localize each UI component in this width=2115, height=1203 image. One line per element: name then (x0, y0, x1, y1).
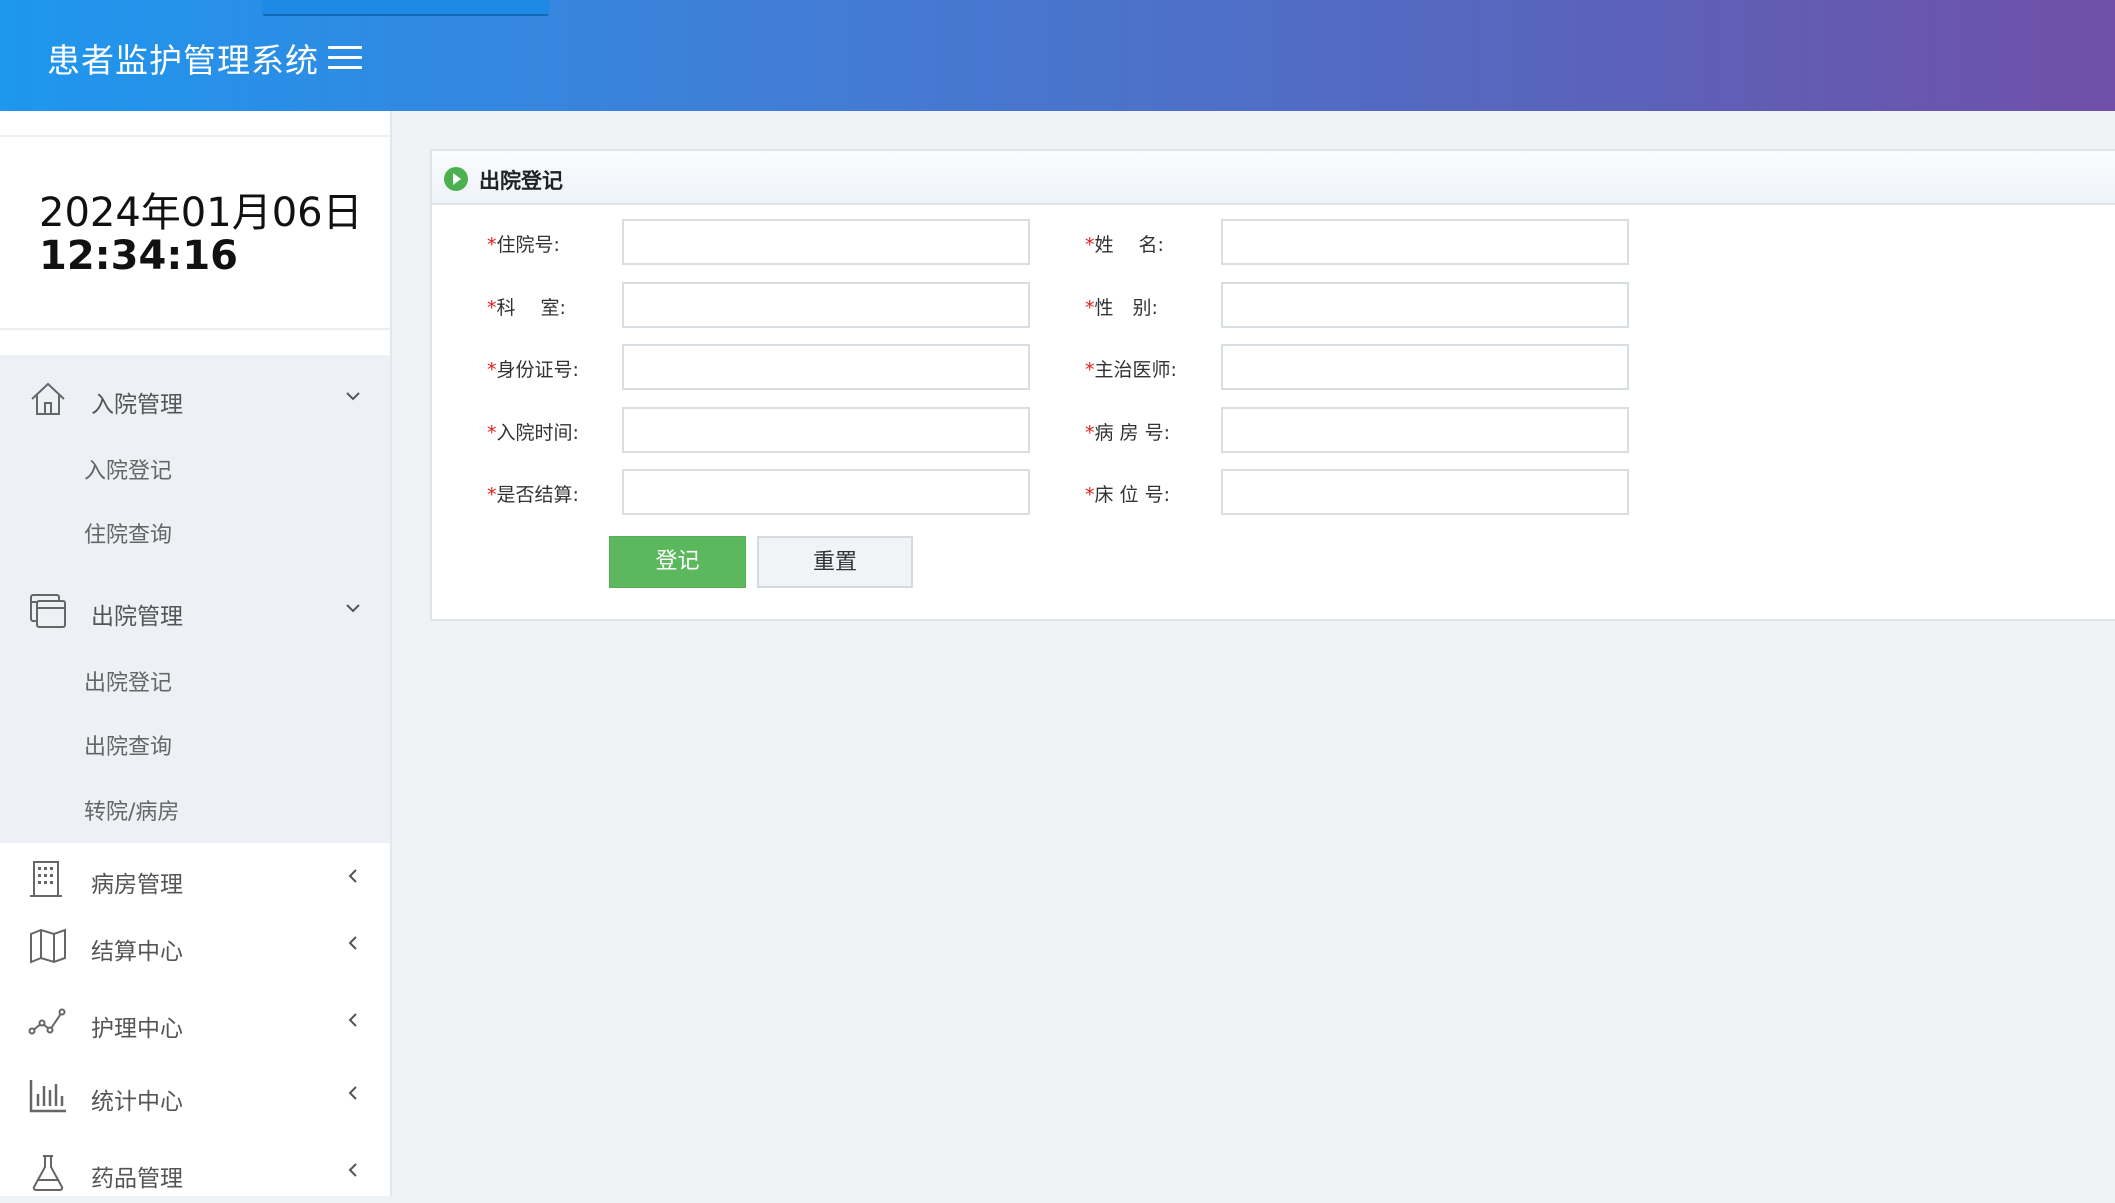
sidebar-item-label: 药品管理 (91, 1166, 183, 1192)
sidebar-item-label: 结算中心 (91, 939, 183, 965)
sidebar-item-nursing-center[interactable]: 护理中心 (0, 993, 390, 1053)
app-title: 患者监护管理系统 (47, 41, 319, 80)
map-icon (28, 926, 68, 966)
sidebar-item-label: 护理中心 (91, 1016, 183, 1042)
clock-date: 2024年01月06日 (39, 190, 363, 236)
chevron-left-icon (342, 865, 364, 887)
bed-no-input[interactable] (1221, 469, 1629, 515)
chevron-down-icon (342, 597, 364, 619)
sidebar-divider (0, 135, 390, 137)
sidebar-divider (0, 328, 390, 330)
home-icon (28, 379, 68, 419)
sidebar-item-label: 出院管理 (91, 604, 183, 630)
room-no-label: *病 房 号: (1085, 422, 1170, 444)
department-label: *科 室: (487, 297, 566, 319)
panel-header: 出院登记 (432, 151, 2115, 205)
reset-button[interactable]: 重置 (757, 536, 913, 588)
id-card-input[interactable] (622, 344, 1030, 390)
top-header: 患者监护管理系统 (0, 0, 2115, 111)
id-card-label: *身份证号: (487, 359, 579, 381)
chevron-down-icon (342, 385, 364, 407)
line-chart-icon (28, 1003, 68, 1043)
sidebar-item-discharge-management[interactable]: 出院管理 (0, 581, 390, 641)
discharge-form-panel: 出院登记 *住院号: *姓 名: *科 室: *性 别: *身份证号: *主治医… (430, 149, 2115, 621)
play-circle-icon (443, 166, 469, 192)
gender-label: *性 别: (1085, 297, 1158, 319)
bar-chart-icon (28, 1076, 68, 1116)
page-title: 出院登记 (479, 169, 563, 193)
chevron-left-icon (342, 1009, 364, 1031)
admission-no-input[interactable] (622, 219, 1030, 265)
building-icon (28, 859, 68, 899)
sidebar-item-drug-management[interactable]: 药品管理 (0, 1143, 390, 1203)
sidebar-subitem-transfer-ward[interactable]: 转院/病房 (84, 794, 179, 826)
doctor-input[interactable] (1221, 344, 1629, 390)
gender-input[interactable] (1221, 282, 1629, 328)
clock-time: 12:34:16 (39, 233, 238, 279)
submit-button[interactable]: 登记 (609, 536, 746, 588)
sidebar-item-admission-management[interactable]: 入院管理 (0, 369, 390, 429)
room-no-input[interactable] (1221, 407, 1629, 453)
header-accent-bar (262, 0, 549, 16)
doctor-label: *主治医师: (1085, 359, 1177, 381)
window-stack-icon (28, 591, 68, 631)
sidebar-subitem-admission-register[interactable]: 入院登记 (84, 453, 172, 485)
admission-no-label: *住院号: (487, 234, 560, 256)
settled-input[interactable] (622, 469, 1030, 515)
chevron-left-icon (342, 932, 364, 954)
hamburger-icon[interactable] (328, 46, 362, 72)
sidebar-item-statistics-center[interactable]: 统计中心 (0, 1066, 390, 1126)
admission-time-input[interactable] (622, 407, 1030, 453)
bed-no-label: *床 位 号: (1085, 484, 1170, 506)
sidebar-subitem-inpatient-query[interactable]: 住院查询 (84, 517, 172, 549)
settled-label: *是否结算: (487, 484, 579, 506)
sidebar-item-settlement-center[interactable]: 结算中心 (0, 916, 390, 976)
sidebar-item-label: 统计中心 (91, 1089, 183, 1115)
name-input[interactable] (1221, 219, 1629, 265)
sidebar-item-ward-management[interactable]: 病房管理 (0, 849, 390, 909)
name-label: *姓 名: (1085, 234, 1164, 256)
chevron-left-icon (342, 1159, 364, 1181)
admission-time-label: *入院时间: (487, 422, 579, 444)
sidebar-item-label: 入院管理 (91, 392, 183, 418)
sidebar-subitem-discharge-query[interactable]: 出院查询 (84, 729, 172, 761)
sidebar-item-label: 病房管理 (91, 872, 183, 898)
sidebar-subitem-discharge-register[interactable]: 出院登记 (84, 665, 172, 697)
sidebar: 2024年01月06日 12:34:16 入院管理 入院登记 住院查询 出院管理… (0, 111, 392, 1196)
department-input[interactable] (622, 282, 1030, 328)
flask-icon (28, 1153, 68, 1193)
clock: 2024年01月06日 12:34:16 (39, 191, 363, 277)
chevron-left-icon (342, 1082, 364, 1104)
